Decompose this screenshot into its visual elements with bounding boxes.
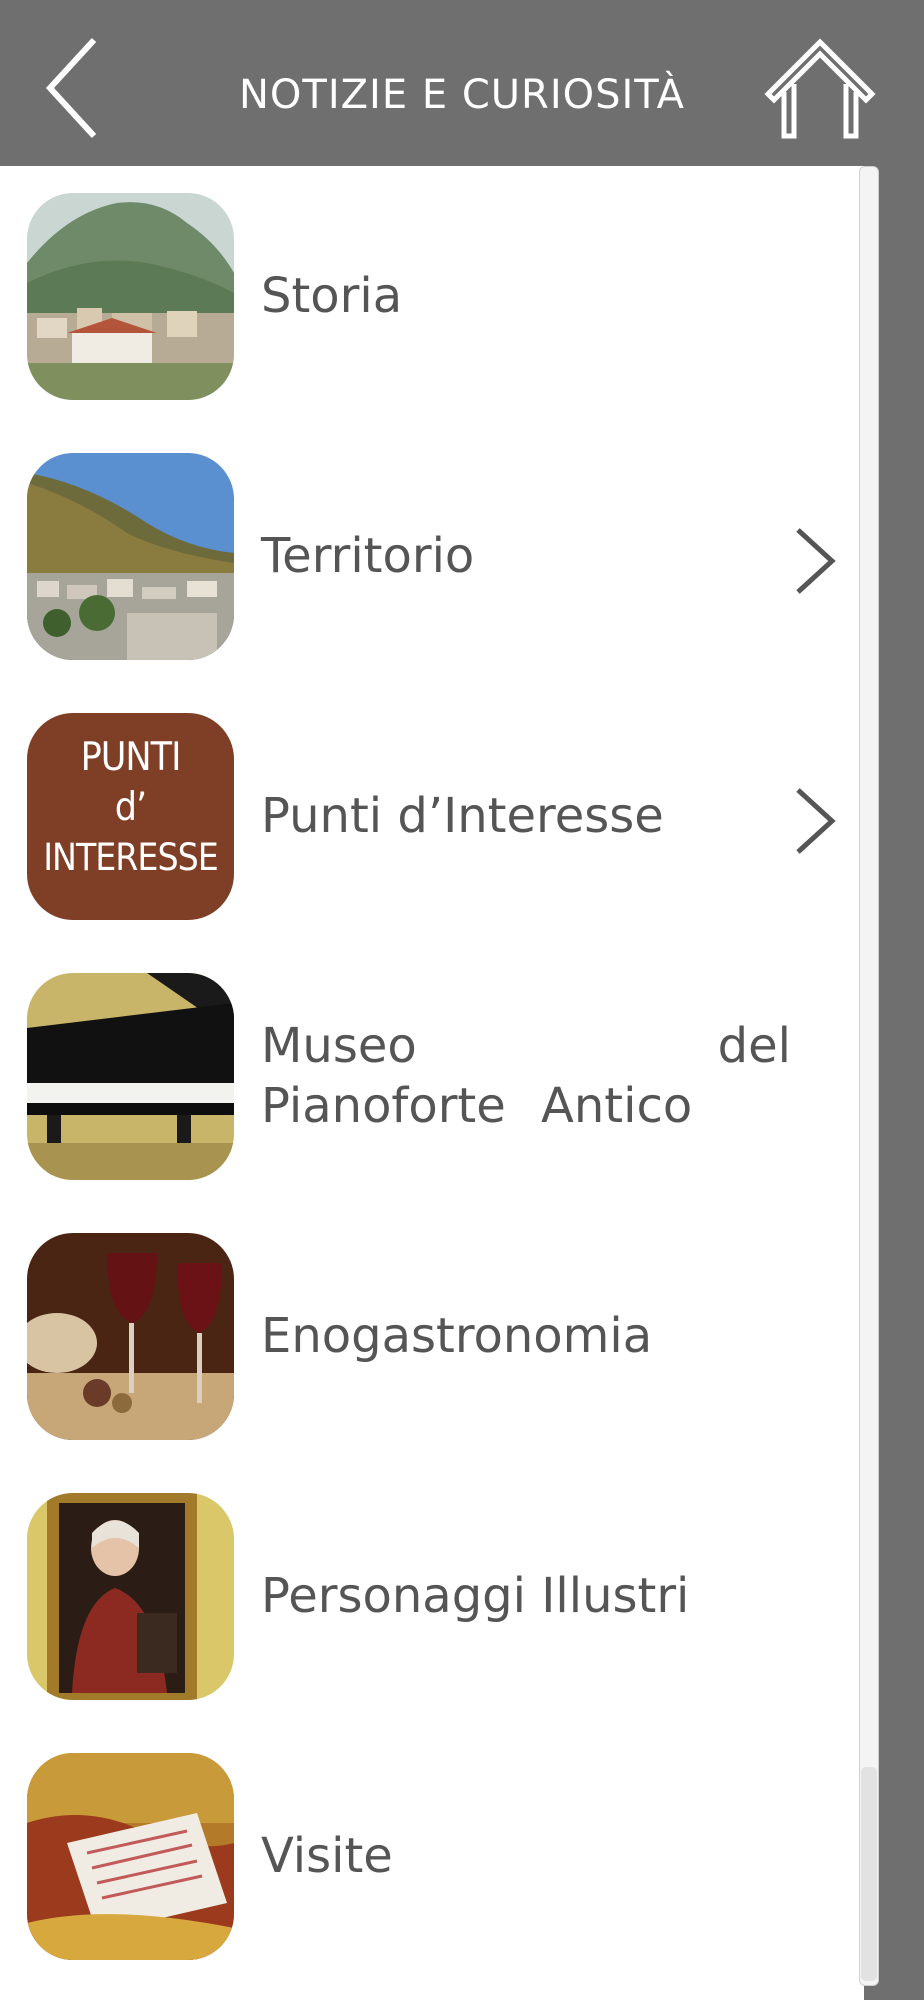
menu-item-label: Enogastronomia (261, 1308, 653, 1364)
app-header: NOTIZIE E CURIOSITÀ (0, 0, 924, 166)
thumb-text-line: PUNTI (80, 735, 182, 780)
menu-item-label: Museo del Pianoforte Antico (261, 1018, 791, 1134)
personaggi-illustri-thumbnail (27, 1493, 234, 1700)
enogastronomia-thumbnail (27, 1233, 234, 1440)
home-icon (764, 38, 876, 139)
scrollbar[interactable] (859, 166, 879, 1986)
chevron-left-icon (45, 37, 97, 139)
territorio-thumbnail (27, 453, 234, 660)
menu-item-label: Storia (261, 268, 403, 324)
menu-item-enogastronomia[interactable]: Enogastronomia (0, 1206, 856, 1466)
punti-interesse-thumbnail: PUNTI d’ INTERESSE (27, 713, 234, 920)
menu-item-label: Territorio (261, 528, 475, 584)
menu-item-museo-pianoforte[interactable]: Museo del Pianoforte Antico (0, 946, 856, 1206)
home-button[interactable] (760, 36, 880, 140)
menu-item-personaggi-illustri[interactable]: Personaggi Illustri (0, 1466, 856, 1726)
menu-item-territorio[interactable]: Territorio (0, 426, 856, 686)
menu-item-punti-interesse[interactable]: PUNTI d’ INTERESSE Punti d’Interesse (0, 686, 856, 946)
visite-thumbnail (27, 1753, 234, 1960)
menu-item-label: Punti d’Interesse (261, 788, 664, 844)
back-button[interactable] (40, 36, 110, 140)
storia-thumbnail (27, 193, 234, 400)
thumb-text-line: INTERESSE (43, 836, 219, 879)
scrollbar-thumb[interactable] (861, 1767, 877, 1981)
chevron-right-icon (796, 528, 836, 594)
menu-list: Storia Territorio PUNTI d’ INTERESSE Pun… (0, 166, 864, 2000)
menu-item-label: Personaggi Illustri (261, 1568, 690, 1624)
menu-item-visite[interactable]: Visite (0, 1726, 856, 1986)
page-title: NOTIZIE E CURIOSITÀ (239, 72, 685, 118)
thumb-text-line: d’ (114, 785, 147, 830)
menu-item-label: Visite (261, 1828, 393, 1884)
menu-item-storia[interactable]: Storia (0, 166, 856, 426)
museo-pianoforte-thumbnail (27, 973, 234, 1180)
chevron-right-icon (796, 788, 836, 854)
